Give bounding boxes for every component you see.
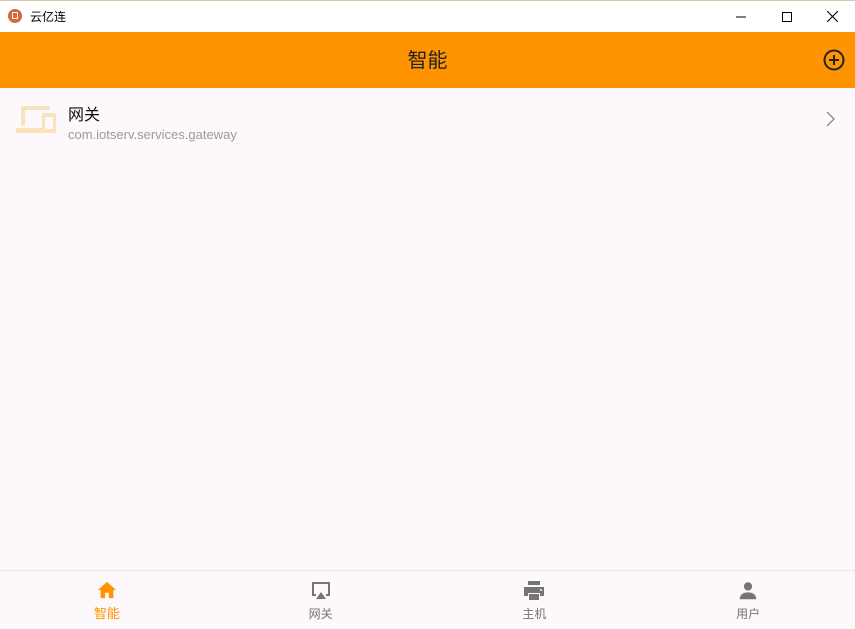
devices-icon [16, 106, 56, 133]
add-button[interactable] [822, 48, 846, 72]
app-header: 智能 [0, 32, 855, 88]
airplay-icon [311, 582, 330, 599]
window-titlebar: 云亿连 [0, 0, 855, 32]
tab-label: 用户 [736, 607, 761, 621]
tab-host[interactable]: 主机 [428, 571, 642, 629]
app-logo-icon [8, 9, 22, 23]
list-item-gateway[interactable]: 网关 com.iotserv.services.gateway [0, 88, 855, 152]
home-icon [97, 581, 116, 599]
tab-label: 主机 [522, 607, 547, 621]
chevron-right-icon [826, 111, 835, 127]
tab-label: 网关 [308, 607, 333, 621]
tab-label: 智能 [93, 607, 120, 622]
close-icon [826, 11, 838, 22]
tab-gateway[interactable]: 网关 [214, 571, 428, 629]
list-item-title: 网关 [68, 105, 101, 124]
window-title: 云亿连 [30, 10, 67, 24]
list-item-subtitle: com.iotserv.services.gateway [68, 127, 237, 142]
bottom-navigation: 智能 网关 主机 用户 [0, 570, 855, 629]
person-icon [739, 582, 757, 600]
tab-user[interactable]: 用户 [641, 571, 855, 629]
page-title: 智能 [407, 48, 448, 72]
minimize-icon [736, 16, 746, 17]
add-circle-icon [823, 49, 845, 71]
maximize-button[interactable] [764, 1, 810, 32]
minimize-button[interactable] [718, 1, 764, 32]
maximize-icon [782, 11, 792, 22]
tab-smart[interactable]: 智能 [0, 571, 214, 629]
printer-icon [524, 581, 545, 600]
close-button[interactable] [809, 1, 855, 32]
